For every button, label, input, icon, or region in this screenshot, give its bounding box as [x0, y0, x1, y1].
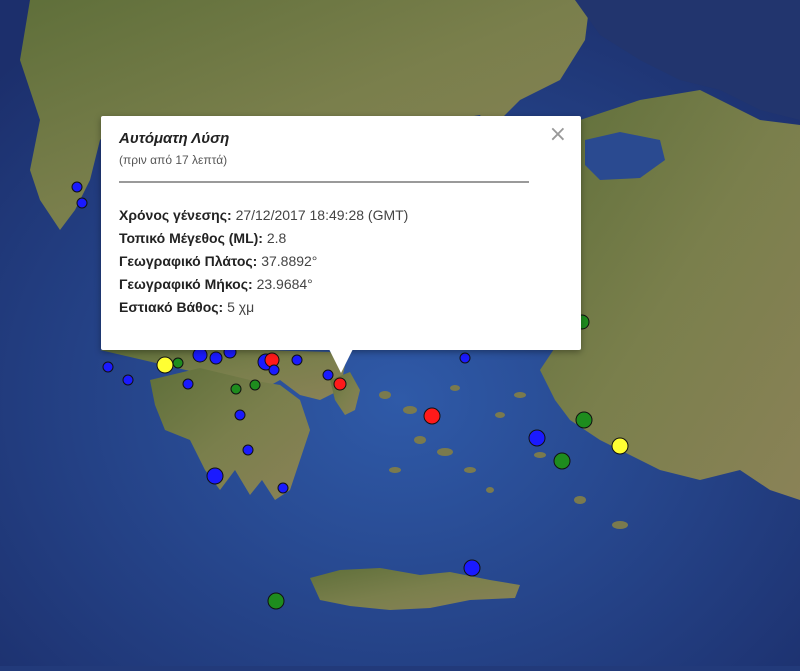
popup-subtitle: (πριν από 17 λεπτά) — [119, 153, 228, 167]
quake-marker-blue[interactable] — [71, 181, 83, 193]
quake-marker-green[interactable] — [553, 452, 571, 470]
quake-marker-green[interactable] — [172, 357, 184, 369]
quake-marker-blue[interactable] — [242, 444, 254, 456]
detail-row-depth: Εστιακό Βάθος: 5 χμ — [119, 296, 408, 319]
quake-marker-red[interactable] — [423, 407, 441, 425]
detail-key: Χρόνος γένεσης: — [119, 207, 232, 223]
quake-marker-blue[interactable] — [76, 197, 88, 209]
detail-value: 2.8 — [266, 230, 287, 246]
divider — [119, 181, 529, 183]
detail-value: 5 χμ — [227, 299, 255, 315]
quake-marker-blue[interactable] — [182, 378, 194, 390]
detail-key: Τοπικό Μέγεθος (ML): — [119, 230, 263, 246]
detail-row-longitude: Γεωγραφικό Μήκος: 23.9684° — [119, 273, 408, 296]
quake-marker-green[interactable] — [267, 592, 285, 610]
detail-value: 37.8892° — [261, 253, 318, 269]
detail-key: Γεωγραφικό Πλάτος: — [119, 253, 258, 269]
detail-value: 27/12/2017 18:49:28 (GMT) — [235, 207, 409, 223]
detail-row-magnitude: Τοπικό Μέγεθος (ML): 2.8 — [119, 227, 408, 250]
quake-marker-yellow[interactable] — [611, 437, 629, 455]
quake-marker-blue[interactable] — [122, 374, 134, 386]
popup-details: Χρόνος γένεσης: 27/12/2017 18:49:28 (GMT… — [119, 204, 408, 319]
quake-marker-yellow[interactable] — [156, 356, 174, 374]
close-icon[interactable]: × — [549, 124, 567, 146]
info-popup: × Αυτόματη Λύση (πριν από 17 λεπτά) Χρόν… — [101, 116, 581, 350]
quake-marker-blue[interactable] — [528, 429, 546, 447]
quake-marker-blue[interactable] — [277, 482, 289, 494]
quake-marker-green[interactable] — [575, 411, 593, 429]
quake-marker-blue[interactable] — [291, 354, 303, 366]
popup-pointer — [329, 349, 353, 373]
popup-title: Αυτόματη Λύση — [119, 130, 230, 147]
quake-marker-blue[interactable] — [463, 559, 481, 577]
quake-marker-blue[interactable] — [209, 351, 223, 365]
quake-marker-blue[interactable] — [234, 409, 246, 421]
quake-marker-blue[interactable] — [102, 361, 114, 373]
detail-row-latitude: Γεωγραφικό Πλάτος: 37.8892° — [119, 250, 408, 273]
quake-marker-green[interactable] — [249, 379, 261, 391]
quake-marker-blue[interactable] — [192, 347, 208, 363]
detail-row-origin-time: Χρόνος γένεσης: 27/12/2017 18:49:28 (GMT… — [119, 204, 408, 227]
detail-value: 23.9684° — [256, 276, 313, 292]
quake-marker-blue[interactable] — [206, 467, 224, 485]
quake-marker-blue[interactable] — [459, 352, 471, 364]
quake-marker-blue[interactable] — [268, 364, 280, 376]
detail-key: Εστιακό Βάθος: — [119, 299, 224, 315]
detail-key: Γεωγραφικό Μήκος: — [119, 276, 253, 292]
quake-marker-red[interactable] — [333, 377, 347, 391]
quake-marker-green[interactable] — [230, 383, 242, 395]
